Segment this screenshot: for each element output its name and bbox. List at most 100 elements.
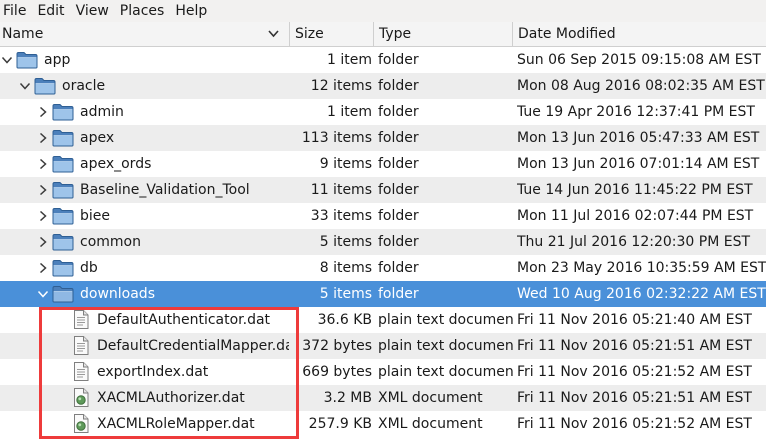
file-size: 11 items <box>310 182 372 198</box>
column-header-name-label: Name <box>2 26 44 42</box>
menu-file[interactable]: File <box>0 0 33 22</box>
name-cell: db <box>0 255 289 281</box>
file-type: plain text document <box>378 364 513 380</box>
file-name: biee <box>80 208 111 224</box>
table-row[interactable]: app 1 item folder Sun 06 Sep 2015 09:15:08 … <box>0 47 766 73</box>
expander-collapsed-icon[interactable] <box>37 99 49 125</box>
date-modified: Fri 11 Nov 2016 05:21:51 AM EST <box>517 338 752 354</box>
expander-collapsed-icon[interactable] <box>37 151 49 177</box>
date-modified: Tue 14 Jun 2016 11:45:22 PM EST <box>517 182 753 198</box>
table-row[interactable]: DefaultAuthenticator.dat 36.6 KB plain tex… <box>0 307 766 333</box>
file-name: common <box>80 234 141 250</box>
file-name: db <box>80 260 98 276</box>
name-cell: app <box>0 47 289 73</box>
date-modified: Thu 21 Jul 2016 12:20:30 PM EST <box>517 234 751 250</box>
file-size: 5 items <box>319 286 372 302</box>
table-row[interactable]: XACMLAuthorizer.dat 3.2 MB XML document Fri… <box>0 385 766 411</box>
column-header-type[interactable]: Type <box>373 22 512 46</box>
expander-collapsed-icon[interactable] <box>37 229 49 255</box>
folder-icon <box>52 181 74 203</box>
name-cell: DefaultAuthenticator.dat <box>0 307 289 333</box>
file-name: XACMLAuthorizer.dat <box>97 390 245 406</box>
file-type: folder <box>378 182 419 198</box>
file-size: 33 items <box>310 208 372 224</box>
column-header-type-label: Type <box>379 26 412 42</box>
file-name: admin <box>80 104 124 120</box>
table-row[interactable]: admin 1 item folder Tue 19 Apr 2016 12:37:4… <box>0 99 766 125</box>
file-size: 12 items <box>310 78 372 94</box>
table-row[interactable]: common 5 items folder Thu 21 Jul 2016 12:20… <box>0 229 766 255</box>
file-name: apex <box>80 130 115 146</box>
file-name: exportIndex.dat <box>97 364 209 380</box>
date-modified: Sun 06 Sep 2015 09:15:08 AM EST <box>517 52 761 68</box>
folder-icon <box>16 51 38 73</box>
menu-view[interactable]: View <box>72 0 116 22</box>
expander-expanded-icon[interactable] <box>1 47 13 73</box>
file-name: oracle <box>62 78 106 94</box>
menu-help[interactable]: Help <box>171 0 214 22</box>
text-file-icon <box>73 362 89 385</box>
table-row[interactable]: DefaultCredentialMapper.dat 372 bytes plai… <box>0 333 766 359</box>
column-header-name[interactable]: Name <box>0 22 289 46</box>
file-name: app <box>44 52 71 68</box>
file-size: 8 items <box>319 260 372 276</box>
table-row[interactable]: XACMLRoleMapper.dat 257.9 KB XML document F… <box>0 411 766 437</box>
date-modified: Fri 11 Nov 2016 05:21:52 AM EST <box>517 416 752 432</box>
file-type: folder <box>378 260 419 276</box>
date-modified: Fri 11 Nov 2016 05:21:52 AM EST <box>517 364 752 380</box>
file-type: folder <box>378 286 419 302</box>
date-modified: Mon 08 Aug 2016 08:02:35 AM EST <box>517 78 765 94</box>
file-type: folder <box>378 104 419 120</box>
xml-file-icon <box>73 388 89 411</box>
table-row[interactable]: biee 33 items folder Mon 11 Jul 2016 02:07:… <box>0 203 766 229</box>
expander-collapsed-icon[interactable] <box>37 203 49 229</box>
date-modified: Fri 11 Nov 2016 05:21:51 AM EST <box>517 390 752 406</box>
column-header: Name Size Type Date Modified <box>0 22 766 47</box>
name-cell: apex <box>0 125 289 151</box>
date-modified: Mon 23 May 2016 10:35:59 AM EST <box>517 260 766 276</box>
name-cell: XACMLRoleMapper.dat <box>0 411 289 437</box>
date-modified: Mon 13 Jun 2016 07:01:14 AM EST <box>517 156 760 172</box>
name-cell: XACMLAuthorizer.dat <box>0 385 289 411</box>
table-row[interactable]: Baseline_Validation_Tool 11 items folder Tu… <box>0 177 766 203</box>
table-row[interactable]: apex_ords 9 items folder Mon 13 Jun 2016 07… <box>0 151 766 177</box>
column-header-size[interactable]: Size <box>289 22 373 46</box>
folder-icon <box>52 259 74 281</box>
xml-file-icon <box>73 414 89 437</box>
file-size: 113 items <box>301 130 372 146</box>
expander-expanded-icon[interactable] <box>19 73 31 99</box>
date-modified: Fri 11 Nov 2016 05:21:40 AM EST <box>517 312 752 328</box>
name-cell: biee <box>0 203 289 229</box>
name-cell: admin <box>0 99 289 125</box>
name-cell: downloads <box>0 281 289 307</box>
expander-collapsed-icon[interactable] <box>37 255 49 281</box>
file-name: DefaultAuthenticator.dat <box>97 312 271 328</box>
column-header-date[interactable]: Date Modified <box>512 22 766 46</box>
table-row[interactable]: exportIndex.dat 669 bytes plain text docum… <box>0 359 766 385</box>
menu-bar: File Edit View Places Help <box>0 0 766 22</box>
text-file-icon <box>73 310 89 333</box>
table-row[interactable]: apex 113 items folder Mon 13 Jun 2016 05:47… <box>0 125 766 151</box>
date-modified: Mon 11 Jul 2016 02:07:44 PM EST <box>517 208 754 224</box>
table-row[interactable]: db 8 items folder Mon 23 May 2016 10:35:59 … <box>0 255 766 281</box>
menu-edit[interactable]: Edit <box>33 0 71 22</box>
file-type: folder <box>378 52 419 68</box>
name-cell: common <box>0 229 289 255</box>
file-size: 257.9 KB <box>308 416 372 432</box>
table-row[interactable]: downloads 5 items folder Wed 10 Aug 2016 02… <box>0 281 766 307</box>
file-size: 1 item <box>327 104 372 120</box>
folder-icon <box>52 129 74 151</box>
name-cell: apex_ords <box>0 151 289 177</box>
expander-expanded-icon[interactable] <box>37 281 49 307</box>
file-size: 372 bytes <box>302 338 372 354</box>
table-row[interactable]: oracle 12 items folder Mon 08 Aug 2016 08:0… <box>0 73 766 99</box>
file-name: apex_ords <box>80 156 152 172</box>
folder-icon <box>52 285 74 307</box>
file-type: plain text document <box>378 312 513 328</box>
expander-collapsed-icon[interactable] <box>37 177 49 203</box>
menu-places[interactable]: Places <box>116 0 172 22</box>
file-size: 3.2 MB <box>323 390 372 406</box>
expander-collapsed-icon[interactable] <box>37 125 49 151</box>
file-size: 36.6 KB <box>317 312 372 328</box>
file-name: Baseline_Validation_Tool <box>80 182 250 198</box>
